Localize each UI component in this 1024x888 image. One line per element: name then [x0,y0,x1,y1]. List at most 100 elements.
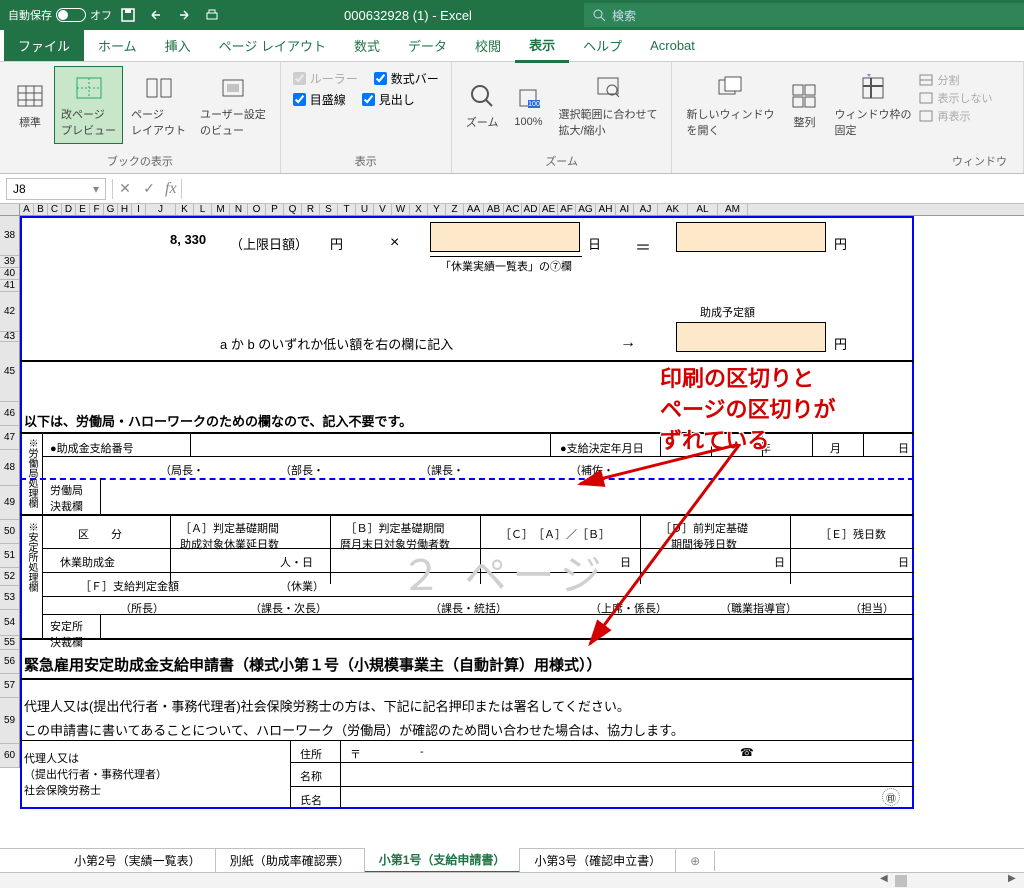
new-sheet-button[interactable]: ⊕ [676,851,715,871]
col-header[interactable]: J [146,204,176,215]
col-header[interactable]: K [176,204,194,215]
tab-data[interactable]: データ [394,30,461,61]
tab-review[interactable]: 校閲 [461,30,515,61]
select-all[interactable] [0,204,20,215]
col-header[interactable]: AH [596,204,616,215]
view-pagebreak-button[interactable]: 改ページ プレビュー [54,66,123,144]
col-header[interactable]: AI [616,204,634,215]
col-header[interactable]: AF [558,204,576,215]
row-header[interactable]: 54 [0,610,19,636]
view-normal-button[interactable]: 標準 [8,66,52,144]
col-header[interactable]: AC [504,204,522,215]
row-header[interactable]: 47 [0,426,19,450]
col-header[interactable]: I [132,204,146,215]
row-header[interactable]: 55 [0,636,19,650]
row-header[interactable]: 43 [0,332,19,342]
col-header[interactable]: A [20,204,34,215]
col-header[interactable]: T [338,204,356,215]
autosave-toggle[interactable]: 自動保存 オフ [8,7,112,23]
col-header[interactable]: H [118,204,132,215]
tab-home[interactable]: ホーム [84,30,151,61]
col-header[interactable]: W [392,204,410,215]
name-box[interactable]: J8▾ [6,178,106,200]
view-custom-button[interactable]: ユーザー設定 のビュー [194,66,272,144]
col-header[interactable]: AD [522,204,540,215]
row-header[interactable]: 60 [0,744,19,768]
tab-view[interactable]: 表示 [515,29,569,63]
tab-help[interactable]: ヘルプ [569,30,636,61]
row-header[interactable]: 51 [0,544,19,568]
tab-file[interactable]: ファイル [4,30,84,61]
col-header[interactable]: AJ [634,204,658,215]
row-header[interactable]: 41 [0,280,19,292]
col-header[interactable]: E [76,204,90,215]
col-header[interactable]: Z [446,204,464,215]
chk-formulabar[interactable]: 数式バー [374,70,439,87]
col-header[interactable]: N [230,204,248,215]
row-header[interactable]: 38 [0,216,19,256]
col-header[interactable]: AG [576,204,596,215]
sheet-content[interactable]: 8, 330 （上限日額） 円 × 日 ＝ 円 「休業実績一覧表」の⑦欄 助成予… [20,216,1024,816]
view-pagelayout-button[interactable]: ページ レイアウト [125,66,192,144]
col-header[interactable]: AB [484,204,504,215]
col-header[interactable]: D [62,204,76,215]
tab-formula[interactable]: 数式 [340,30,394,61]
search-box[interactable]: 検索 [584,3,1024,27]
new-window-button[interactable]: 新しいウィンドウ を開く [680,66,780,144]
row-header[interactable]: 40 [0,268,19,280]
sheet-tab-active[interactable]: 小第1号（支給申請書） [365,848,521,873]
horizontal-scrollbar[interactable]: ◀ ▶ [0,872,1024,888]
enter-icon[interactable]: ✓ [137,180,161,197]
save-icon[interactable] [116,3,140,27]
formula-input[interactable] [181,179,1024,199]
chk-gridlines[interactable]: 目盛線 [293,91,346,108]
row-header[interactable]: 48 [0,450,19,486]
arrange-button[interactable]: 整列 [782,66,826,144]
row-header[interactable]: 57 [0,674,19,698]
col-header[interactable]: AK [658,204,688,215]
zoom-selection-button[interactable]: 選択範囲に合わせて 拡大/縮小 [552,66,663,144]
col-header[interactable]: O [248,204,266,215]
cancel-icon[interactable]: ✕ [113,180,137,197]
tab-acrobat[interactable]: Acrobat [636,32,709,59]
col-header[interactable]: B [34,204,48,215]
sheet-tab[interactable]: 小第2号（実績一覧表） [60,849,216,872]
tab-insert[interactable]: 挿入 [151,30,205,61]
zoom-button[interactable]: ズーム [460,66,505,144]
col-header[interactable]: L [194,204,212,215]
row-header[interactable]: 56 [0,650,19,674]
fx-icon[interactable]: fx [165,180,177,198]
col-header[interactable]: U [356,204,374,215]
col-header[interactable]: V [374,204,392,215]
freeze-panes-button[interactable]: * ウィンドウ枠の 固定 [828,66,917,144]
tab-layout[interactable]: ページ レイアウト [205,30,340,61]
sheet-tab[interactable]: 別紙（助成率確認票） [216,849,365,872]
quickprint-icon[interactable] [200,3,224,27]
col-header[interactable]: X [410,204,428,215]
col-header[interactable]: AA [464,204,484,215]
col-header[interactable]: Y [428,204,446,215]
row-header[interactable]: 53 [0,586,19,610]
worksheet-grid[interactable]: ABCDEFGHIJKLMNOPQRSTUVWXYZAAABACADAEAFAG… [0,204,1024,816]
row-header[interactable]: 42 [0,292,19,332]
col-header[interactable]: G [104,204,118,215]
row-header[interactable]: 39 [0,256,19,268]
redo-icon[interactable] [172,3,196,27]
sheet-tab[interactable]: 小第3号（確認申立書） [520,849,676,872]
row-header[interactable]: 50 [0,520,19,544]
col-header[interactable]: C [48,204,62,215]
row-header[interactable]: 52 [0,568,19,586]
row-header[interactable]: 49 [0,486,19,520]
row-header[interactable]: 46 [0,402,19,426]
row-header[interactable]: 45 [0,342,19,402]
row-header[interactable]: 59 [0,698,19,744]
chk-headings[interactable]: 見出し [362,91,415,108]
col-header[interactable]: P [266,204,284,215]
col-header[interactable]: F [90,204,104,215]
col-header[interactable]: S [320,204,338,215]
col-header[interactable]: M [212,204,230,215]
col-header[interactable]: AM [718,204,748,215]
col-header[interactable]: AE [540,204,558,215]
col-header[interactable]: AL [688,204,718,215]
undo-icon[interactable] [144,3,168,27]
